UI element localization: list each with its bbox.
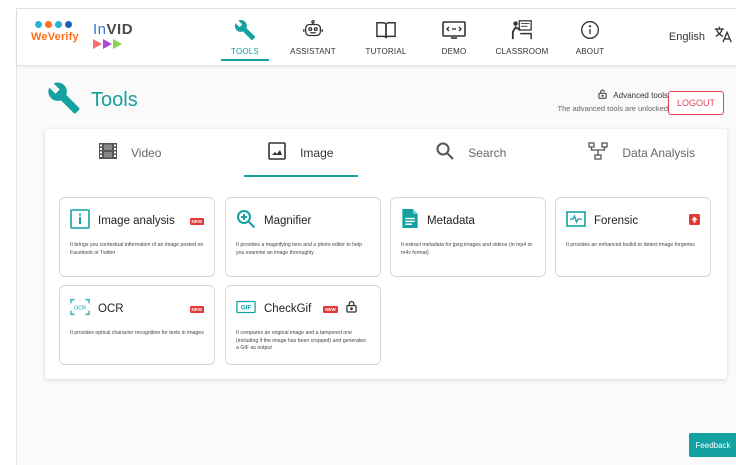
wrench-icon bbox=[234, 19, 256, 41]
tools-card: Video Image Search Data Analysis Image a… bbox=[45, 129, 727, 379]
tool-description: It compares an original image and a tamp… bbox=[236, 330, 366, 351]
tab-label: Video bbox=[131, 146, 162, 160]
wrench-icon bbox=[47, 81, 81, 120]
video-demo-icon bbox=[442, 19, 466, 41]
data-analysis-icon bbox=[588, 141, 609, 165]
unlock-icon bbox=[346, 300, 357, 318]
nav-tab-label: TOOLS bbox=[231, 46, 259, 56]
nav-tab-tools[interactable]: TOOLS bbox=[217, 9, 273, 65]
nav-tab-label: TUTORIAL bbox=[365, 46, 407, 56]
checkgif-icon: GIF bbox=[236, 300, 256, 319]
search-icon bbox=[436, 142, 454, 165]
invid-logo[interactable]: InVID bbox=[93, 21, 137, 55]
tool-description: It provides an enhanced toolkit to detec… bbox=[566, 242, 695, 248]
language-selector[interactable]: English bbox=[669, 25, 733, 48]
tool-description: It provides a magnifying lens and a phot… bbox=[236, 242, 363, 256]
advanced-tools-label: Advanced tools bbox=[613, 90, 668, 100]
new-badge: NEW bbox=[189, 305, 204, 313]
top-navigation-bar: WeVerify InVID TOOLS ASSISTANT TUTORIAL … bbox=[17, 9, 736, 65]
tool-name: Image analysis bbox=[98, 215, 175, 227]
book-icon bbox=[375, 19, 397, 41]
nav-tab-demo[interactable]: DEMO bbox=[426, 9, 482, 65]
tab-label: Image bbox=[300, 146, 334, 160]
new-badge: NEW bbox=[189, 217, 204, 225]
classroom-icon bbox=[511, 19, 533, 41]
tool-description: It extract metadata for jpeg images and … bbox=[401, 242, 533, 256]
logout-button[interactable]: LOGOUT bbox=[668, 91, 724, 115]
tool-description: It brings you contextual information of … bbox=[70, 242, 204, 256]
unlock-icon bbox=[598, 89, 607, 101]
tab-label: Search bbox=[468, 146, 507, 160]
tab-label: Data Analysis bbox=[622, 146, 696, 160]
page-title-text: Tools bbox=[91, 89, 138, 111]
tool-name: Metadata bbox=[427, 215, 475, 227]
info-icon bbox=[580, 19, 600, 41]
category-tabs: Video Image Search Data Analysis bbox=[45, 129, 727, 177]
language-label: English bbox=[668, 30, 705, 43]
ocr-icon: OCR bbox=[70, 298, 90, 321]
tool-name: Forensic bbox=[594, 215, 639, 227]
tab-data-analysis[interactable]: Data Analysis bbox=[557, 129, 728, 177]
app-frame: WeVerify InVID TOOLS ASSISTANT TUTORIAL … bbox=[16, 8, 736, 465]
svg-text:OCR: OCR bbox=[74, 305, 86, 311]
nav-tab-assistant[interactable]: ASSISTANT bbox=[280, 9, 346, 65]
tool-card-metadata[interactable]: Metadata It extract metadata for jpeg im… bbox=[390, 197, 546, 277]
nav-tab-about[interactable]: ABOUT bbox=[562, 9, 618, 65]
robot-icon bbox=[302, 19, 324, 41]
invid-logo-vid: VID bbox=[106, 21, 134, 38]
tool-description: It provides optical character recognitio… bbox=[70, 330, 204, 336]
main-nav-tabs: TOOLS ASSISTANT TUTORIAL DEMO CLASSROOM … bbox=[217, 9, 625, 65]
image-analysis-icon bbox=[70, 208, 90, 234]
tool-name: Magnifier bbox=[264, 215, 312, 227]
nav-tab-label: DEMO bbox=[441, 46, 467, 56]
advanced-tools-message: The advanced tools are unlocked bbox=[557, 104, 669, 113]
advanced-tool-icon bbox=[689, 212, 700, 230]
tool-name: CheckGif bbox=[264, 303, 312, 315]
forensic-icon bbox=[566, 210, 586, 232]
tool-card-checkgif[interactable]: GIF CheckGif NEW It compares an original… bbox=[225, 285, 381, 365]
tool-name: OCR bbox=[98, 303, 124, 315]
nav-tab-classroom[interactable]: CLASSROOM bbox=[489, 9, 555, 65]
metadata-icon bbox=[401, 208, 419, 234]
tool-card-forensic[interactable]: Forensic It provides an enhanced toolkit… bbox=[555, 197, 711, 277]
tool-card-magnifier[interactable]: Magnifier It provides a magnifying lens … bbox=[225, 197, 381, 277]
tool-card-image-analysis[interactable]: Image analysis NEW It brings you context… bbox=[59, 197, 215, 277]
translate-icon bbox=[713, 25, 733, 48]
nav-tab-tutorial[interactable]: TUTORIAL bbox=[353, 9, 419, 65]
feedback-button[interactable]: Feedback bbox=[689, 433, 736, 457]
weverify-logo[interactable]: WeVerify bbox=[31, 19, 83, 53]
new-badge: NEW bbox=[323, 305, 338, 313]
tab-video[interactable]: Video bbox=[45, 129, 216, 177]
film-icon bbox=[99, 142, 117, 164]
tab-image[interactable]: Image bbox=[216, 129, 387, 177]
svg-text:GIF: GIF bbox=[241, 304, 252, 311]
nav-tab-label: ABOUT bbox=[575, 46, 605, 56]
tab-search[interactable]: Search bbox=[386, 129, 557, 177]
nav-tab-label: CLASSROOM bbox=[495, 46, 549, 56]
page-title: Tools bbox=[47, 81, 138, 120]
image-icon bbox=[268, 141, 286, 165]
nav-tab-label: ASSISTANT bbox=[290, 46, 336, 56]
invid-logo-in: In bbox=[93, 21, 107, 38]
weverify-logo-text: WeVerify bbox=[31, 31, 79, 43]
tool-card-ocr[interactable]: OCR OCR NEW It provides optical characte… bbox=[59, 285, 215, 365]
magnifier-icon bbox=[236, 209, 256, 234]
advanced-tools-status: Advanced tools The advanced tools are un… bbox=[557, 89, 669, 113]
